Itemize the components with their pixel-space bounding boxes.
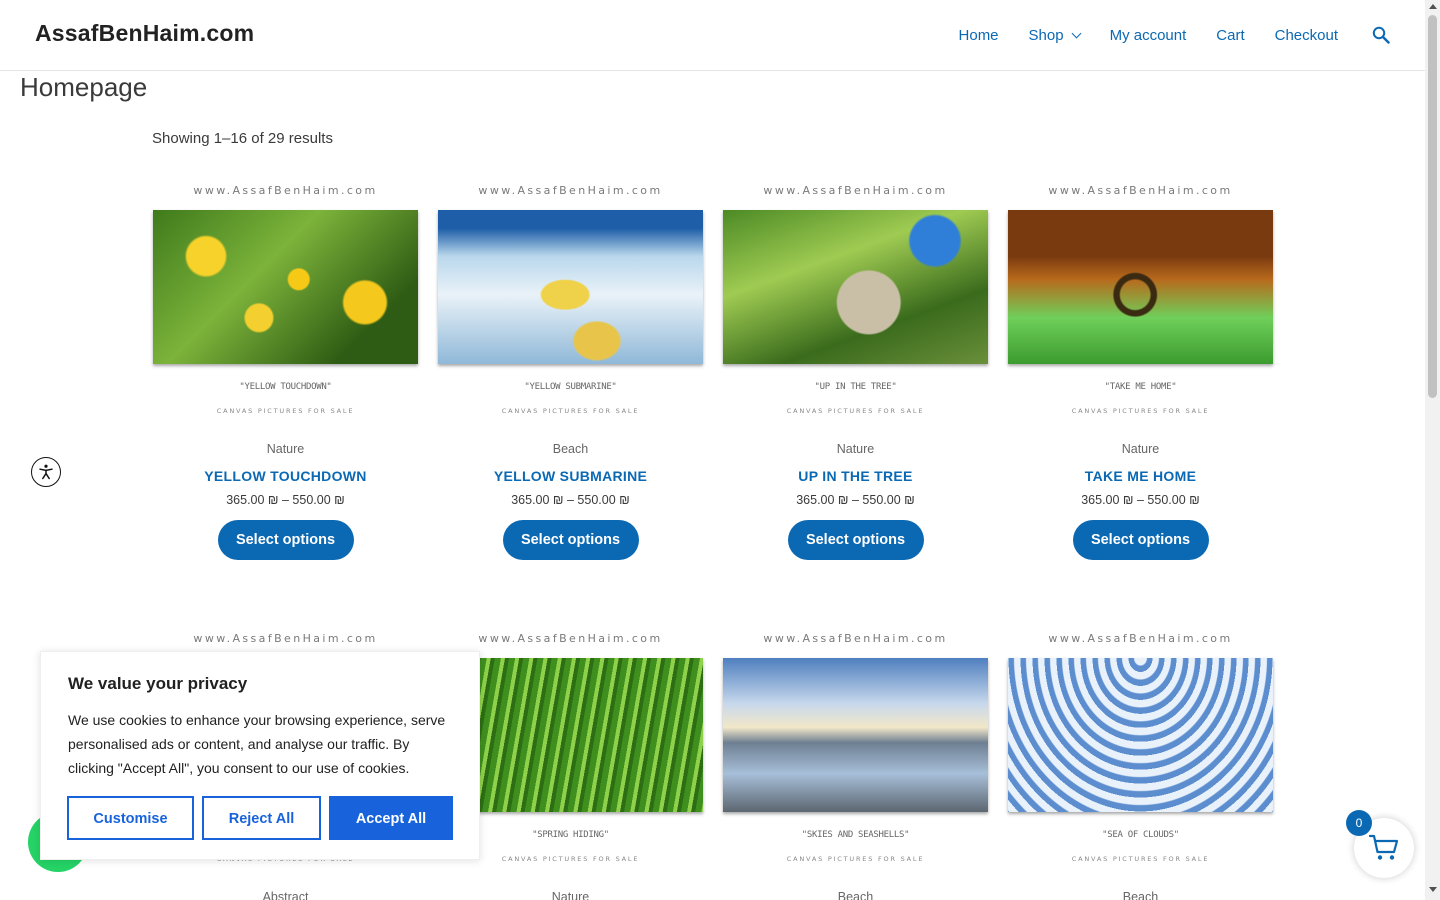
product-photo xyxy=(723,658,988,812)
select-options-button[interactable]: Select options xyxy=(787,520,924,560)
accept-all-button[interactable]: Accept All xyxy=(329,796,453,840)
product-category[interactable]: Beach xyxy=(1008,890,1273,900)
product-image[interactable]: www.AssafBenHaim.com "TAKE ME HOME" CANV… xyxy=(1008,180,1273,440)
canvas-label: CANVAS PICTURES FOR SALE xyxy=(786,407,925,415)
watermark: www.AssafBenHaim.com xyxy=(763,632,948,645)
watermark: www.AssafBenHaim.com xyxy=(193,632,378,645)
product-card: www.AssafBenHaim.com "UP IN THE TREE" CA… xyxy=(723,180,988,560)
product-card: www.AssafBenHaim.com "YELLOW SUBMARINE" … xyxy=(438,180,703,560)
watermark: www.AssafBenHaim.com xyxy=(478,632,663,645)
scroll-up-arrow[interactable] xyxy=(1429,4,1437,9)
product-card: www.AssafBenHaim.com "SEA OF CLOUDS" CAN… xyxy=(1008,628,1273,900)
scroll-thumb[interactable] xyxy=(1428,15,1437,398)
product-image[interactable]: www.AssafBenHaim.com "YELLOW TOUCHDOWN" … xyxy=(153,180,418,440)
nav-shop[interactable]: Shop xyxy=(1028,26,1082,44)
product-card: www.AssafBenHaim.com "YELLOW TOUCHDOWN" … xyxy=(153,180,418,560)
cookie-body: We use cookies to enhance your browsing … xyxy=(68,712,446,776)
product-photo xyxy=(1008,658,1273,812)
cart-count-badge: 0 xyxy=(1346,810,1372,836)
product-name[interactable]: YELLOW SUBMARINE xyxy=(438,468,703,484)
image-title: "SKIES AND SEASHELLS" xyxy=(801,830,910,840)
site-header: AssafBenHaim.com Home Shop My account Ca… xyxy=(0,0,1425,71)
page-scrollbar[interactable] xyxy=(1425,0,1440,900)
canvas-label: CANVAS PICTURES FOR SALE xyxy=(1071,855,1210,863)
product-category[interactable]: Abstract xyxy=(153,890,418,900)
product-card: www.AssafBenHaim.com "SKIES AND SEASHELL… xyxy=(723,628,988,900)
reject-all-button[interactable]: Reject All xyxy=(202,796,321,840)
customise-button[interactable]: Customise xyxy=(67,796,194,840)
canvas-label: CANVAS PICTURES FOR SALE xyxy=(786,855,925,863)
result-count: Showing 1–16 of 29 results xyxy=(152,130,333,147)
nav-checkout-label: Checkout xyxy=(1274,26,1338,44)
watermark: www.AssafBenHaim.com xyxy=(478,184,663,197)
cookie-title: We value your privacy xyxy=(68,674,248,693)
product-price: 365.00 ₪ – 550.00 ₪ xyxy=(226,493,345,507)
watermark: www.AssafBenHaim.com xyxy=(1048,632,1233,645)
scroll-down-arrow[interactable] xyxy=(1429,887,1437,892)
product-card: www.AssafBenHaim.com "TAKE ME HOME" CANV… xyxy=(1008,180,1273,560)
nav-shop-label: Shop xyxy=(1028,26,1064,44)
nav-home[interactable]: Home xyxy=(959,27,999,44)
canvas-label: CANVAS PICTURES FOR SALE xyxy=(1071,407,1210,415)
product-category[interactable]: Beach xyxy=(438,442,703,460)
watermark: www.AssafBenHaim.com xyxy=(763,184,948,197)
nav-checkout[interactable]: Checkout xyxy=(1275,27,1338,44)
image-title: "YELLOW TOUCHDOWN" xyxy=(239,382,332,392)
product-image[interactable]: www.AssafBenHaim.com "SKIES AND SEASHELL… xyxy=(723,628,988,888)
chevron-down-icon xyxy=(1071,28,1082,38)
canvas-label: CANVAS PICTURES FOR SALE xyxy=(501,407,640,415)
product-image[interactable]: www.AssafBenHaim.com "YELLOW SUBMARINE" … xyxy=(438,180,703,440)
image-title: "UP IN THE TREE" xyxy=(814,382,897,392)
cookie-consent-banner: We value your privacy We use cookies to … xyxy=(40,651,480,860)
product-photo xyxy=(438,210,703,364)
cart-icon xyxy=(1369,834,1399,860)
image-title: "YELLOW SUBMARINE" xyxy=(524,382,617,392)
product-photo xyxy=(723,210,988,364)
nav-cart-label: Cart xyxy=(1216,26,1245,44)
product-category[interactable]: Nature xyxy=(723,442,988,460)
main-nav: Home Shop My account Cart Checkout xyxy=(959,0,1425,70)
product-category[interactable]: Nature xyxy=(153,442,418,460)
product-category[interactable]: Nature xyxy=(1008,442,1273,460)
product-name[interactable]: TAKE ME HOME xyxy=(1008,468,1273,484)
product-image[interactable]: www.AssafBenHaim.com "SEA OF CLOUDS" CAN… xyxy=(1008,628,1273,888)
product-image[interactable]: www.AssafBenHaim.com "UP IN THE TREE" CA… xyxy=(723,180,988,440)
product-price: 365.00 ₪ – 550.00 ₪ xyxy=(511,493,630,507)
product-photo xyxy=(1008,210,1273,364)
select-options-button[interactable]: Select options xyxy=(217,520,354,560)
nav-my-account[interactable]: My account xyxy=(1110,27,1187,44)
product-price: 365.00 ₪ – 550.00 ₪ xyxy=(1081,493,1200,507)
page-title: Homepage xyxy=(20,72,148,102)
product-price: 365.00 ₪ – 550.00 ₪ xyxy=(796,493,915,507)
search-icon[interactable] xyxy=(1372,26,1390,44)
watermark: www.AssafBenHaim.com xyxy=(1048,184,1233,197)
product-name[interactable]: YELLOW TOUCHDOWN xyxy=(153,468,418,484)
select-options-button[interactable]: Select options xyxy=(1072,520,1209,560)
image-title: "SEA OF CLOUDS" xyxy=(1102,830,1179,840)
watermark: www.AssafBenHaim.com xyxy=(193,184,378,197)
image-title: "TAKE ME HOME" xyxy=(1104,382,1177,392)
select-options-button[interactable]: Select options xyxy=(502,520,639,560)
product-category[interactable]: Beach xyxy=(723,890,988,900)
nav-my-account-label: My account xyxy=(1109,26,1187,44)
canvas-label: CANVAS PICTURES FOR SALE xyxy=(216,407,355,415)
product-photo xyxy=(153,210,418,364)
nav-home-label: Home xyxy=(958,26,999,44)
nav-cart[interactable]: Cart xyxy=(1216,27,1244,44)
product-name[interactable]: UP IN THE TREE xyxy=(723,468,988,484)
site-title[interactable]: AssafBenHaim.com xyxy=(35,20,254,47)
accessibility-icon[interactable] xyxy=(31,457,61,487)
product-category[interactable]: Nature xyxy=(438,890,703,900)
